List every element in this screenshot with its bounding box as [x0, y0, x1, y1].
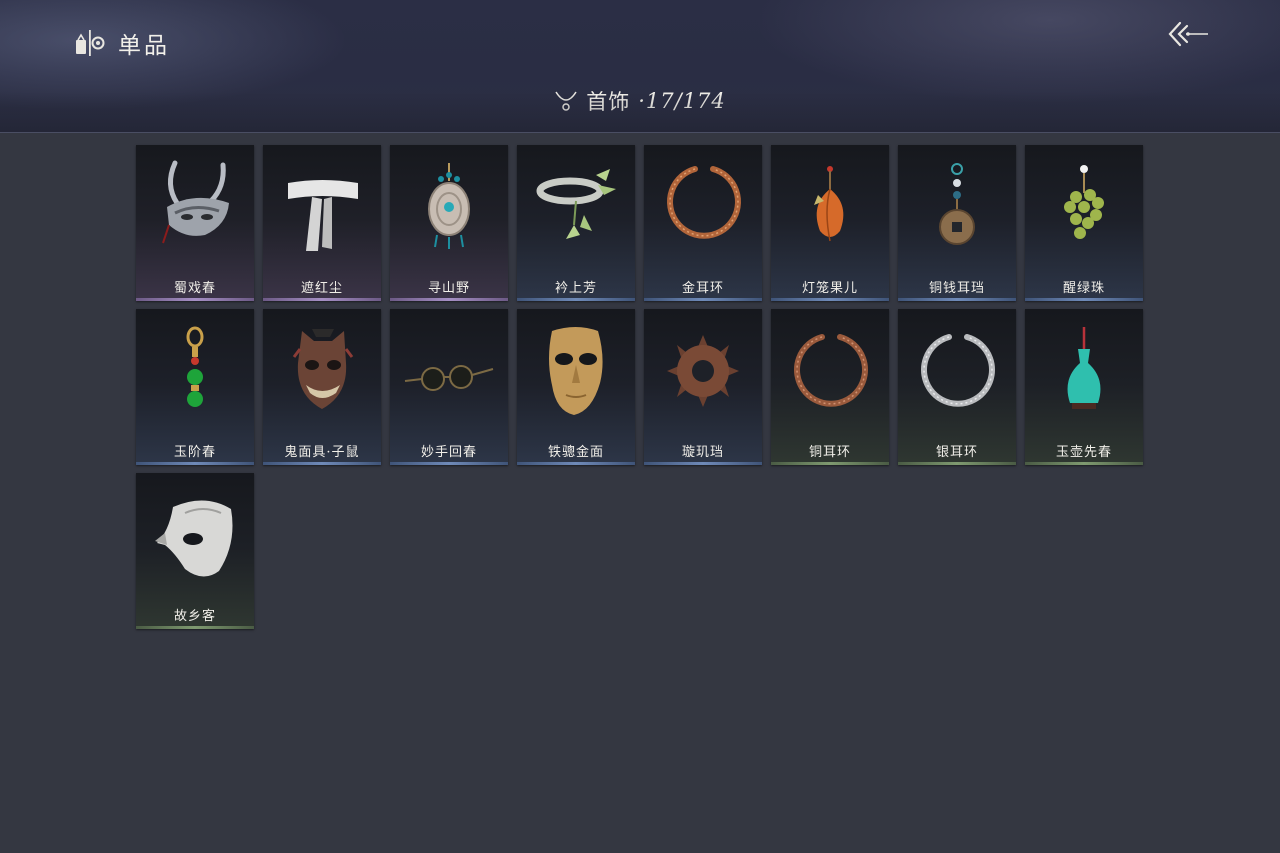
rarity-bar [136, 462, 254, 465]
silver-pendant-icon [428, 163, 470, 249]
item-card[interactable]: 妙手回春 [390, 309, 508, 465]
rarity-bar [136, 626, 254, 629]
necklace-icon [555, 91, 577, 111]
collection-screen: 单品 首饰 ·17/174 蜀戏春 遮红尘 寻山野 衿上芳 金耳环 灯笼果儿 铜… [0, 0, 1280, 853]
golden-half-mask-icon [549, 327, 603, 415]
item-card[interactable]: 鬼面具·子鼠 [263, 309, 381, 465]
jade-vase-hairpin-icon [1067, 327, 1101, 409]
rarity-bar [517, 462, 635, 465]
item-card[interactable]: 银耳环 [898, 309, 1016, 465]
rarity-bar [1025, 462, 1143, 465]
item-name: 金耳环 [681, 281, 724, 296]
silver-horned-mask-icon [162, 160, 229, 244]
item-card[interactable]: 灯笼果儿 [771, 145, 889, 301]
page-title: 单品 [118, 33, 170, 59]
item-card[interactable]: 遮红尘 [263, 145, 381, 301]
header-bar: 单品 首饰 ·17/174 [0, 0, 1280, 133]
item-name: 遮红尘 [300, 281, 343, 296]
round-glasses-icon [404, 365, 494, 391]
item-name: 故乡客 [173, 609, 216, 624]
silver-earring-ring-icon [921, 334, 995, 407]
rarity-bar [771, 462, 889, 465]
copper-earring-ring-icon [667, 166, 741, 239]
white-bird-mask-icon [155, 500, 233, 577]
item-name: 灯笼果儿 [801, 281, 858, 296]
item-card[interactable]: 玉阶春 [136, 309, 254, 465]
bronze-earring-ring-icon [794, 334, 868, 407]
rarity-bar [898, 298, 1016, 301]
rarity-bar [390, 298, 508, 301]
back-arrow-icon[interactable] [1166, 20, 1212, 50]
category-label: 首饰 [586, 90, 631, 114]
item-name: 璇玑珰 [681, 445, 724, 460]
lantern-fruit-earring-icon [814, 166, 844, 242]
demon-rat-mask-icon [292, 329, 354, 409]
rarity-bar [517, 298, 635, 301]
item-name: 银耳环 [935, 445, 978, 460]
rarity-bar [1025, 298, 1143, 301]
coin-earring-icon [939, 163, 975, 245]
green-jade-earring-icon [186, 326, 204, 407]
rarity-bar [771, 298, 889, 301]
item-name: 妙手回春 [420, 445, 477, 460]
item-card[interactable]: 衿上芳 [517, 145, 635, 301]
item-card[interactable]: 醒绿珠 [1025, 145, 1143, 301]
item-card[interactable]: 铜耳环 [771, 309, 889, 465]
spiked-ring-earring-icon [667, 335, 739, 407]
rarity-bar [644, 462, 762, 465]
item-name: 寻山野 [427, 281, 470, 296]
category-heading: 首饰 ·17/174 [0, 86, 1280, 116]
rarity-bar [263, 462, 381, 465]
wardrobe-icon [76, 30, 105, 56]
item-name: 衿上芳 [554, 281, 597, 296]
collection-count: ·17/174 [638, 89, 726, 113]
item-card[interactable]: 寻山野 [390, 145, 508, 301]
item-card[interactable]: 铁骢金面 [517, 309, 635, 465]
title-group: 单品 [74, 26, 170, 60]
rarity-bar [390, 462, 508, 465]
item-name: 铜钱耳珰 [928, 281, 985, 296]
item-grid: 蜀戏春 遮红尘 寻山野 衿上芳 金耳环 灯笼果儿 铜钱耳珰 醒绿珠 玉阶春 鬼面… [136, 145, 1143, 629]
rarity-bar [898, 462, 1016, 465]
item-name: 铜耳环 [808, 445, 851, 460]
item-name: 铁骢金面 [547, 445, 604, 460]
rarity-bar [136, 298, 254, 301]
item-name: 蜀戏春 [173, 281, 216, 296]
rarity-bar [263, 298, 381, 301]
item-card[interactable]: 铜钱耳珰 [898, 145, 1016, 301]
silver-bangle-with-leaves-icon [536, 169, 616, 239]
rarity-bar [644, 298, 762, 301]
item-card[interactable]: 金耳环 [644, 145, 762, 301]
item-card[interactable]: 玉壶先春 [1025, 309, 1143, 465]
item-name: 鬼面具·子鼠 [284, 445, 360, 460]
item-card[interactable]: 故乡客 [136, 473, 254, 629]
item-name: 醒绿珠 [1062, 281, 1105, 296]
item-name: 玉壶先春 [1055, 445, 1112, 460]
green-grape-hairpin-icon [1064, 165, 1104, 239]
white-headband-icon [288, 180, 358, 251]
item-card[interactable]: 蜀戏春 [136, 145, 254, 301]
item-card[interactable]: 璇玑珰 [644, 309, 762, 465]
item-name: 玉阶春 [173, 445, 216, 460]
